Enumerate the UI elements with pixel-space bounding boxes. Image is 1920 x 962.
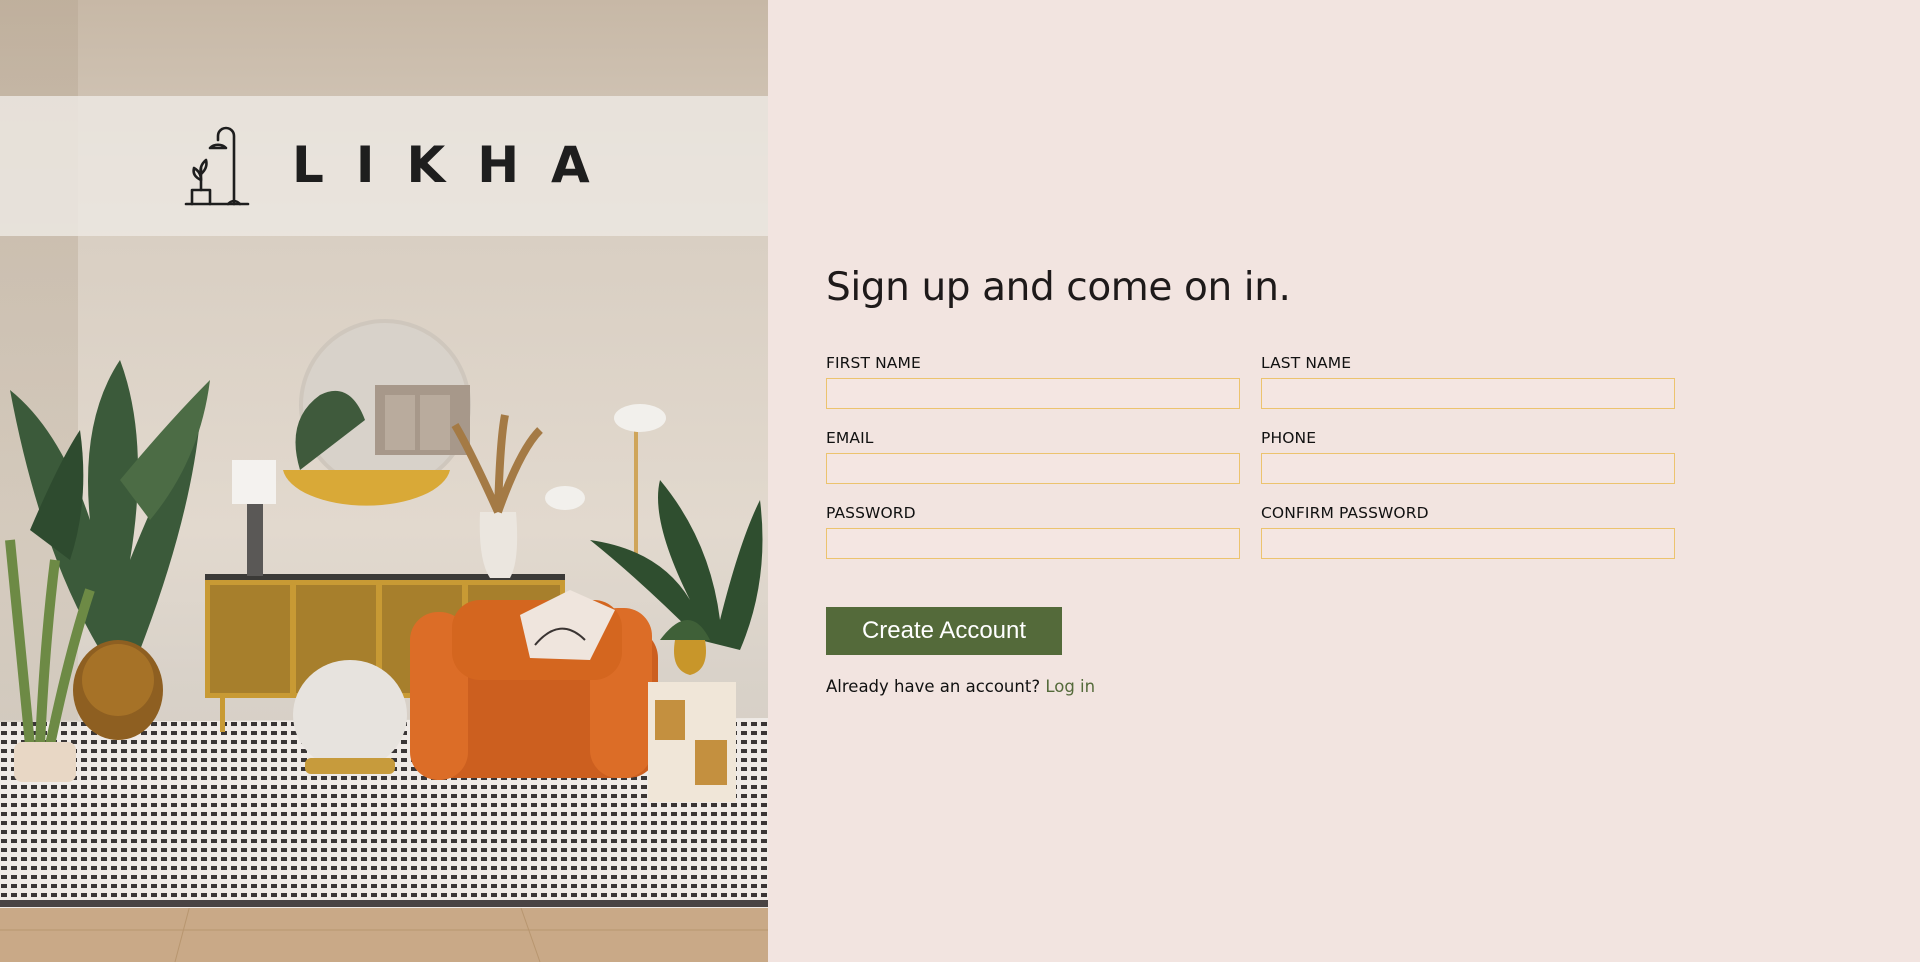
password-input[interactable] — [826, 528, 1240, 559]
email-input[interactable] — [826, 453, 1240, 484]
login-prompt: Already have an account? Log in — [826, 677, 1676, 696]
email-label: EMAIL — [826, 429, 874, 447]
first-name-group: FIRST NAME — [826, 354, 1240, 409]
brand-wordmark: LIKHA — [292, 136, 622, 194]
page-title: Sign up and come on in. — [826, 265, 1291, 310]
floor-lamp-plant-icon — [184, 126, 250, 206]
signup-form: Sign up and come on in. FIRST NAME LAST … — [826, 262, 1676, 696]
confirm-password-label: CONFIRM PASSWORD — [1261, 504, 1429, 522]
confirm-password-group: CONFIRM PASSWORD — [1261, 504, 1675, 559]
create-account-button[interactable]: Create Account — [826, 607, 1062, 655]
login-link[interactable]: Log in — [1045, 677, 1095, 696]
password-label: PASSWORD — [826, 504, 916, 522]
password-group: PASSWORD — [826, 504, 1240, 559]
phone-label: PHONE — [1261, 429, 1317, 447]
login-prompt-text: Already have an account? — [826, 677, 1041, 696]
email-group: EMAIL — [826, 429, 1240, 484]
phone-input[interactable] — [1261, 453, 1675, 484]
hero-image: LIKHA — [0, 0, 768, 962]
confirm-password-input[interactable] — [1261, 528, 1675, 559]
first-name-input[interactable] — [826, 378, 1240, 409]
last-name-label: LAST NAME — [1261, 354, 1352, 372]
form-fields: FIRST NAME LAST NAME EMAIL PHONE PASSWOR… — [826, 354, 1676, 559]
first-name-label: FIRST NAME — [826, 354, 921, 372]
phone-group: PHONE — [1261, 429, 1675, 484]
last-name-group: LAST NAME — [1261, 354, 1675, 409]
last-name-input[interactable] — [1261, 378, 1675, 409]
